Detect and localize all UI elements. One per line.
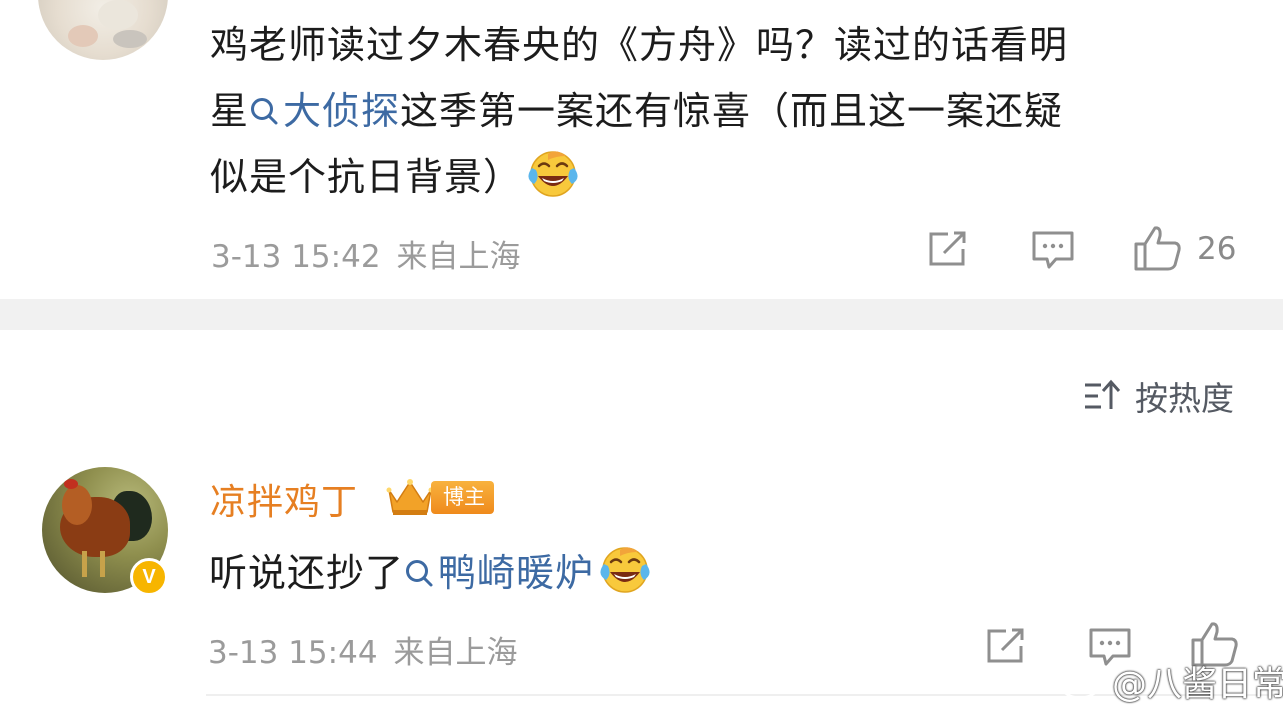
sort-button[interactable]: 按热度: [1083, 372, 1234, 420]
comment-line: 鸡老师读过夕木春央的《方舟》吗？读过的话看明: [210, 23, 1069, 67]
comment-line: 似是个抗日背景）: [210, 146, 580, 201]
comment-meta: 3-13 15:42 来自上海: [211, 231, 521, 276]
watermark-text: @八酱日常: [1112, 665, 1283, 705]
comment-text-segment: 这季第一案还有惊喜（而且这一案还疑: [400, 89, 1064, 133]
comment-location: 来自上海: [393, 635, 518, 671]
share-icon[interactable]: [984, 626, 1028, 666]
laugh-cry-emoji: [528, 151, 578, 197]
blogger-badge: 博主: [385, 476, 494, 518]
comment-text-segment: 听说还抄了: [209, 551, 405, 595]
share-icon[interactable]: [926, 229, 970, 269]
sort-label: 按热度: [1135, 379, 1234, 418]
like-count: 26: [1197, 231, 1237, 267]
comment-line: 星大侦探这季第一案还有惊喜（而且这一案还疑: [210, 80, 1063, 135]
comment-meta: 3-13 15:44 来自上海: [208, 627, 518, 672]
comment-text-segment: 星: [210, 89, 250, 133]
search-icon: [406, 560, 433, 587]
topic-label: 大侦探: [283, 89, 401, 133]
search-icon: [251, 98, 278, 125]
sort-icon: [1085, 379, 1121, 409]
topic-link[interactable]: 大侦探: [249, 89, 400, 133]
verified-badge: V: [130, 558, 168, 596]
laugh-cry-emoji: [600, 547, 650, 593]
comment-icon[interactable]: [1030, 229, 1076, 271]
topic-label: 鸭崎暖炉: [438, 551, 595, 595]
comment-location: 来自上海: [396, 239, 521, 275]
crown-icon: [386, 479, 434, 515]
username[interactable]: 凉拌鸡丁: [210, 473, 358, 525]
commenter-avatar[interactable]: [38, 0, 168, 60]
weibo-comment-page: 鸡老师读过夕木春央的《方舟》吗？读过的话看明 星大侦探这季第一案还有惊喜（而且这…: [0, 0, 1283, 707]
comment-line: 听说还抄了 鸭崎暖炉: [209, 542, 652, 597]
weibo-logo-icon: [1061, 667, 1102, 699]
like-icon[interactable]: [1133, 224, 1183, 272]
comment-text-segment: 似是个抗日背景）: [210, 155, 523, 199]
section-divider: [0, 299, 1283, 330]
blogger-tag: 博主: [431, 480, 494, 514]
watermark: @八酱日常: [1060, 656, 1283, 707]
topic-link[interactable]: 鸭崎暖炉: [404, 551, 594, 595]
comment-time: 3-13 15:44: [208, 635, 378, 671]
comment-time: 3-13 15:42: [211, 239, 381, 275]
